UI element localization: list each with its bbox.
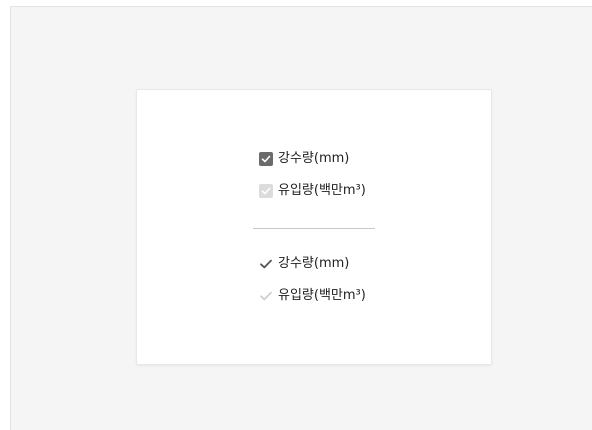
options-card: 강수량(mm) 유입량(백만m³) 강수량(mm) 유입량(백만m³)	[136, 89, 492, 365]
check-mark-disabled-icon[interactable]	[259, 289, 273, 303]
check-inflow-label: 유입량(백만m³)	[278, 288, 366, 303]
canvas-background: 강수량(mm) 유입량(백만m³) 강수량(mm) 유입량(백만m³)	[10, 6, 592, 430]
checkbox-inflow[interactable]: 유입량(백만m³)	[259, 181, 366, 201]
check-mark-icon[interactable]	[259, 257, 273, 271]
check-inflow[interactable]: 유입량(백만m³)	[259, 286, 366, 306]
divider	[253, 228, 375, 229]
checkbox-rainfall-label: 강수량(mm)	[278, 151, 350, 166]
checkbox-rainfall[interactable]: 강수량(mm)	[259, 149, 349, 169]
check-rainfall[interactable]: 강수량(mm)	[259, 254, 349, 274]
checkbox-inflow-label: 유입량(백만m³)	[278, 183, 366, 198]
checkbox-disabled-icon[interactable]	[259, 184, 273, 198]
check-rainfall-label: 강수량(mm)	[278, 256, 350, 271]
checkbox-checked-icon[interactable]	[259, 152, 273, 166]
